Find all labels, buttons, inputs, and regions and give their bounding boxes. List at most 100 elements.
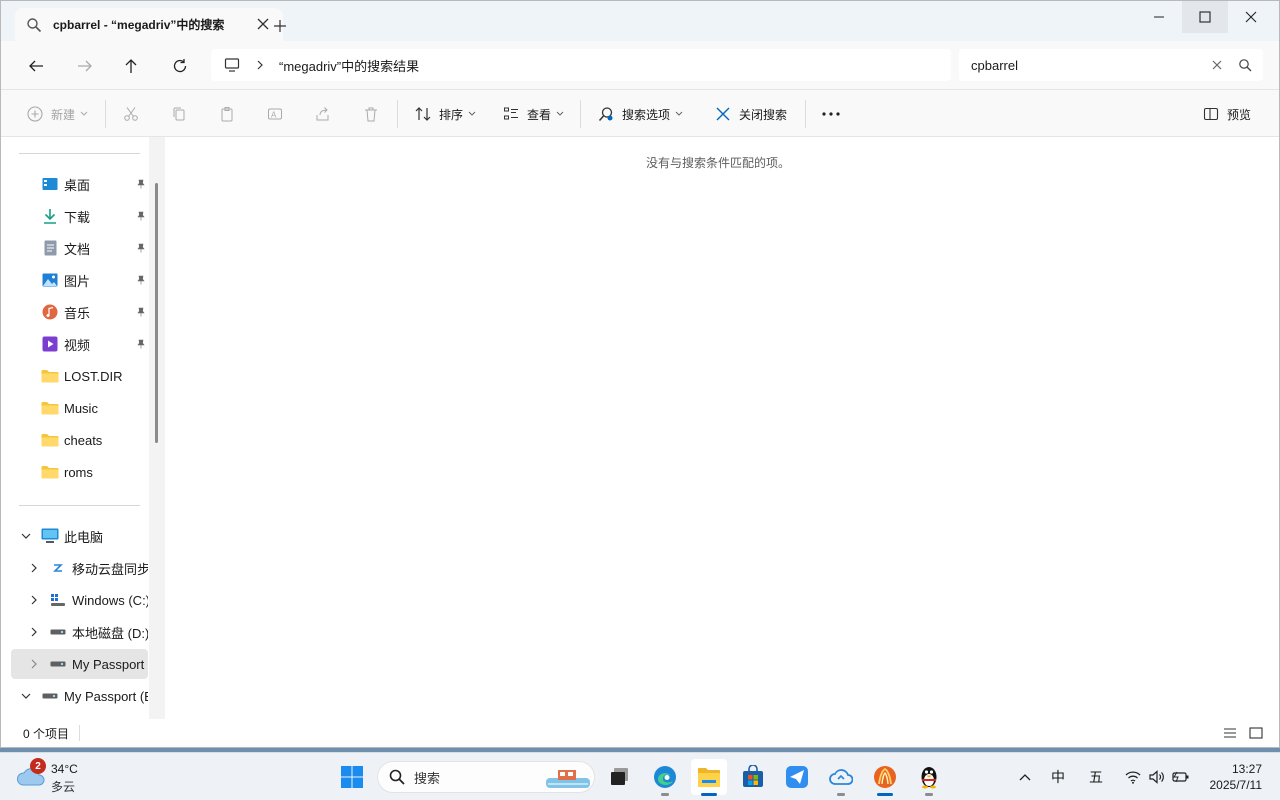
minimize-button[interactable]: [1136, 1, 1182, 33]
search-options-button[interactable]: 搜索选项: [596, 102, 683, 126]
sidebar-item-lost-dir[interactable]: LOST.DIR: [11, 361, 148, 391]
pin-icon: [135, 338, 147, 350]
drive-icon: [49, 655, 67, 673]
search-box[interactable]: cpbarrel: [959, 49, 1263, 81]
maximize-button[interactable]: [1182, 1, 1228, 33]
sidebar-item-drive-d[interactable]: 本地磁盘 (D:): [11, 617, 148, 647]
more-options-button[interactable]: [821, 102, 841, 126]
chevron-right-icon[interactable]: [27, 593, 41, 607]
folder-icon: [41, 463, 59, 481]
share-button[interactable]: [313, 102, 333, 126]
details-view-button[interactable]: [1220, 723, 1240, 743]
up-button[interactable]: [119, 54, 143, 78]
taskbar-app-emulator[interactable]: [867, 759, 903, 796]
sort-button[interactable]: 排序: [413, 102, 476, 126]
new-button[interactable]: 新建: [25, 102, 88, 126]
rename-button[interactable]: A: [265, 102, 285, 126]
taskbar-app-feishu[interactable]: [779, 759, 815, 795]
sidebar-item-desktop[interactable]: 桌面: [11, 169, 148, 199]
taskbar-app-qq[interactable]: [911, 759, 947, 796]
chevron-down-icon: [468, 111, 476, 117]
taskbar-app-file-explorer[interactable]: [691, 759, 727, 796]
chevron-down-icon: [556, 111, 564, 117]
pin-icon: [135, 178, 147, 190]
desktop-icon: [41, 175, 59, 193]
view-button[interactable]: 查看: [501, 102, 564, 126]
chevron-down-icon[interactable]: [19, 529, 33, 543]
chevron-right-icon[interactable]: [27, 657, 41, 671]
sidebar-item-music-folder[interactable]: Music: [11, 393, 148, 423]
view-label: 查看: [527, 107, 552, 122]
sidebar-item-videos[interactable]: 视频: [11, 329, 148, 359]
address-path[interactable]: “megadriv”中的搜索结果: [279, 56, 419, 75]
cut-button[interactable]: [121, 102, 141, 126]
folder-icon: [41, 431, 59, 449]
sidebar-item-pictures[interactable]: 图片: [11, 265, 148, 295]
forward-button[interactable]: [73, 54, 97, 78]
search-icon[interactable]: [1231, 51, 1259, 79]
show-hidden-icons-button[interactable]: [1017, 767, 1033, 787]
start-button[interactable]: [334, 759, 370, 795]
divider: [79, 725, 80, 741]
volume-icon[interactable]: [1148, 767, 1166, 787]
sidebar-item-cloud-drive[interactable]: 移动云盘同步盘: [11, 553, 148, 583]
clipboard-icon: [217, 104, 237, 124]
wifi-icon[interactable]: [1124, 767, 1142, 787]
tab-title: cpbarrel - “megadriv”中的搜索: [53, 18, 225, 32]
preview-pane-button[interactable]: 预览: [1201, 102, 1251, 126]
close-window-button[interactable]: [1228, 1, 1274, 33]
taskbar-app-edge[interactable]: [647, 759, 683, 796]
sidebar-item-external-e[interactable]: My Passport (E:): [11, 681, 148, 711]
copy-button[interactable]: [169, 102, 189, 126]
clock-time: 13:27: [1231, 762, 1262, 776]
clock[interactable]: 13:27 2025/7/11: [1198, 761, 1263, 793]
refresh-button[interactable]: [168, 54, 192, 78]
sidebar-scrollbar[interactable]: [149, 137, 165, 719]
sidebar-item-cheats[interactable]: cheats: [11, 425, 148, 455]
taskbar: 2 34°C 多云 搜索 中 五 13:27 2025/7/11: [0, 752, 1280, 800]
close-search-button[interactable]: 关闭搜索: [713, 102, 787, 126]
delete-button[interactable]: [361, 102, 381, 126]
file-list-area[interactable]: 没有与搜索条件匹配的项。: [165, 137, 1279, 719]
chevron-down-icon[interactable]: [19, 689, 33, 703]
sidebar-item-drive-c[interactable]: Windows (C:): [11, 585, 148, 615]
weather-widget[interactable]: 2 34°C 多云: [16, 758, 116, 796]
empty-results-message: 没有与搜索条件匹配的项。: [645, 156, 790, 170]
sidebar-item-documents[interactable]: 文档: [11, 233, 148, 263]
taskbar-app-cloud-sync[interactable]: [823, 759, 859, 796]
back-button[interactable]: [24, 54, 48, 78]
toolbar-divider: [105, 100, 106, 128]
search-icon: [388, 768, 406, 786]
chevron-right-icon[interactable]: [27, 625, 41, 639]
sidebar-item-this-pc[interactable]: 此电脑: [11, 521, 148, 551]
tab-search-results[interactable]: cpbarrel - “megadriv”中的搜索: [15, 8, 283, 41]
chevron-down-icon: [675, 111, 683, 117]
ime-mode-indicator[interactable]: 五: [1086, 767, 1106, 787]
sidebar-item-drive-e[interactable]: My Passport (E:): [11, 649, 148, 679]
large-icons-view-button[interactable]: [1246, 723, 1266, 743]
sidebar-item-roms[interactable]: roms: [11, 457, 148, 487]
videos-icon: [41, 335, 59, 353]
chevron-right-icon[interactable]: [27, 561, 41, 575]
address-bar[interactable]: “megadriv”中的搜索结果: [211, 49, 951, 81]
sidebar-item-label: Music: [64, 400, 98, 416]
new-tab-button[interactable]: [269, 15, 291, 37]
battery-icon[interactable]: [1172, 767, 1190, 787]
sidebar-item-label: 文档: [64, 241, 91, 257]
search-options-label: 搜索选项: [622, 107, 671, 122]
taskbar-search[interactable]: 搜索: [377, 761, 595, 793]
ime-language-indicator[interactable]: 中: [1048, 767, 1068, 787]
sidebar-item-music[interactable]: 音乐: [11, 297, 148, 327]
more-icon: [821, 104, 841, 124]
search-input[interactable]: cpbarrel: [971, 58, 1203, 73]
running-indicator: [837, 793, 845, 796]
paste-button[interactable]: [217, 102, 237, 126]
chevron-right-icon[interactable]: [253, 58, 267, 72]
running-indicator: [661, 793, 669, 796]
pin-icon: [135, 306, 147, 318]
task-view-button[interactable]: [602, 759, 638, 795]
scrollbar-thumb[interactable]: [155, 183, 158, 443]
clear-search-icon[interactable]: [1203, 51, 1231, 79]
sidebar-item-downloads[interactable]: 下载: [11, 201, 148, 231]
taskbar-app-store[interactable]: [735, 759, 771, 795]
